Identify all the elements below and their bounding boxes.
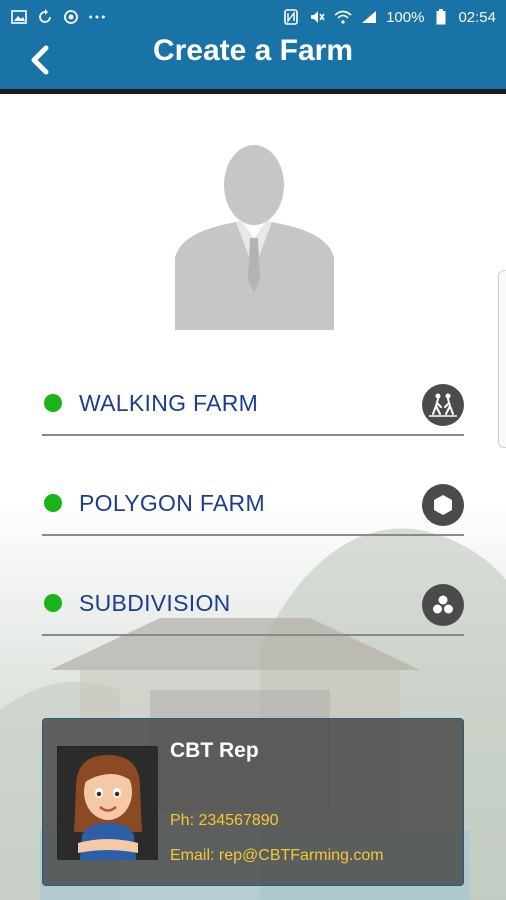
mute-icon [308, 8, 326, 26]
location-icon [62, 8, 80, 26]
polygon-farm-option[interactable]: POLYGON FARM [42, 472, 464, 536]
rep-name: CBT Rep [170, 739, 259, 762]
polygon-farm-label: POLYGON FARM [79, 489, 265, 516]
status-dot [44, 594, 62, 612]
hexagon-icon [422, 484, 464, 526]
more-dots-icon [88, 8, 106, 26]
rep-contact-card[interactable]: CBT Rep Ph: 234567890 Email: rep@CBTFarm… [42, 718, 464, 886]
app-bar: Create a Farm [0, 34, 506, 94]
walking-farm-label: WALKING FARM [79, 389, 259, 416]
status-bar: 100% 02:54 [0, 0, 506, 34]
walking-icon [422, 384, 464, 426]
subdivision-icon [422, 584, 464, 626]
gallery-icon [10, 8, 28, 26]
signal-icon [360, 8, 378, 26]
nfc-icon [282, 8, 300, 26]
walking-farm-option[interactable]: WALKING FARM [42, 372, 464, 436]
battery-icon [432, 8, 450, 26]
rep-avatar [57, 746, 158, 860]
status-dot [44, 394, 62, 412]
rep-email[interactable]: Email: rep@CBTFarming.com [170, 847, 384, 865]
rep-phone[interactable]: Ph: 234567890 [170, 812, 279, 830]
wifi-icon [334, 8, 352, 26]
page-title: Create a Farm [152, 34, 354, 67]
farm-avatar-placeholder[interactable] [172, 130, 337, 330]
side-drawer-handle[interactable] [498, 270, 506, 448]
sync-icon [36, 8, 54, 26]
clock: 02:54 [458, 8, 496, 26]
status-dot [44, 494, 62, 512]
subdivision-label: SUBDIVISION [79, 589, 231, 616]
battery-percent: 100% [386, 8, 425, 26]
subdivision-option[interactable]: SUBDIVISION [42, 572, 464, 636]
